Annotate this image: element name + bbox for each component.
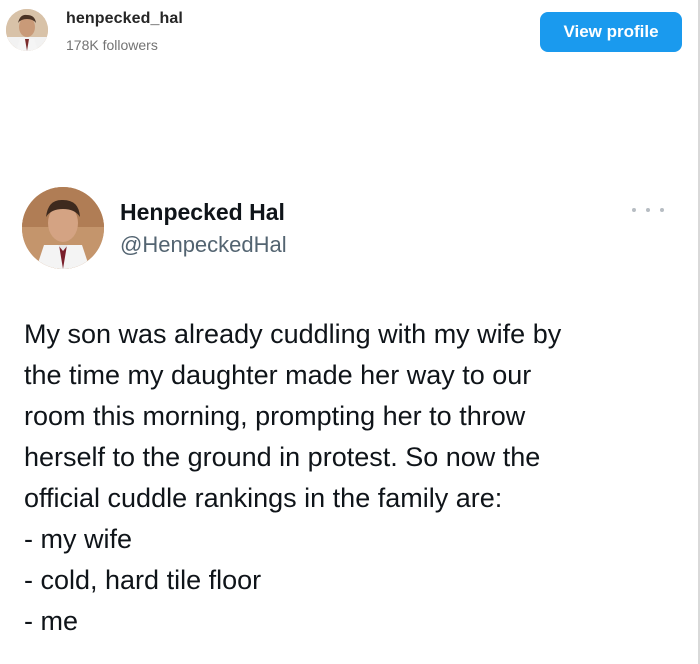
- dot: [646, 208, 650, 212]
- view-profile-button[interactable]: View profile: [540, 12, 682, 52]
- profile-photo-icon: [22, 187, 104, 269]
- dot: [632, 208, 636, 212]
- follower-count: 178K followers: [66, 37, 158, 53]
- tweet-text-line: - me: [24, 606, 78, 636]
- tweet-text-line: herself to the ground in protest. So now…: [24, 442, 541, 472]
- tweet-body: My son was already cuddling with my wife…: [24, 314, 674, 642]
- tweet-text-line: - my wife: [24, 524, 132, 554]
- tweet-handle[interactable]: @HenpeckedHal: [120, 232, 287, 258]
- post-header: henpecked_hal 178K followers View profil…: [0, 0, 697, 64]
- more-options-icon[interactable]: [632, 200, 664, 220]
- dot: [660, 208, 664, 212]
- tweet-text-line: My son was already cuddling with my wife…: [24, 319, 562, 349]
- tweet-text-line: room this morning, prompting her to thro…: [24, 401, 526, 431]
- tweet-display-name[interactable]: Henpecked Hal: [120, 199, 285, 226]
- tweet-text-line: - cold, hard tile floor: [24, 565, 262, 595]
- header-username[interactable]: henpecked_hal: [66, 10, 183, 28]
- tweet-avatar[interactable]: [22, 187, 104, 269]
- tweet-text-line: the time my daughter made her way to our: [24, 360, 532, 390]
- profile-photo-icon: [6, 9, 48, 51]
- tweet-text-line: official cuddle rankings in the family a…: [24, 483, 503, 513]
- header-avatar[interactable]: [6, 9, 48, 51]
